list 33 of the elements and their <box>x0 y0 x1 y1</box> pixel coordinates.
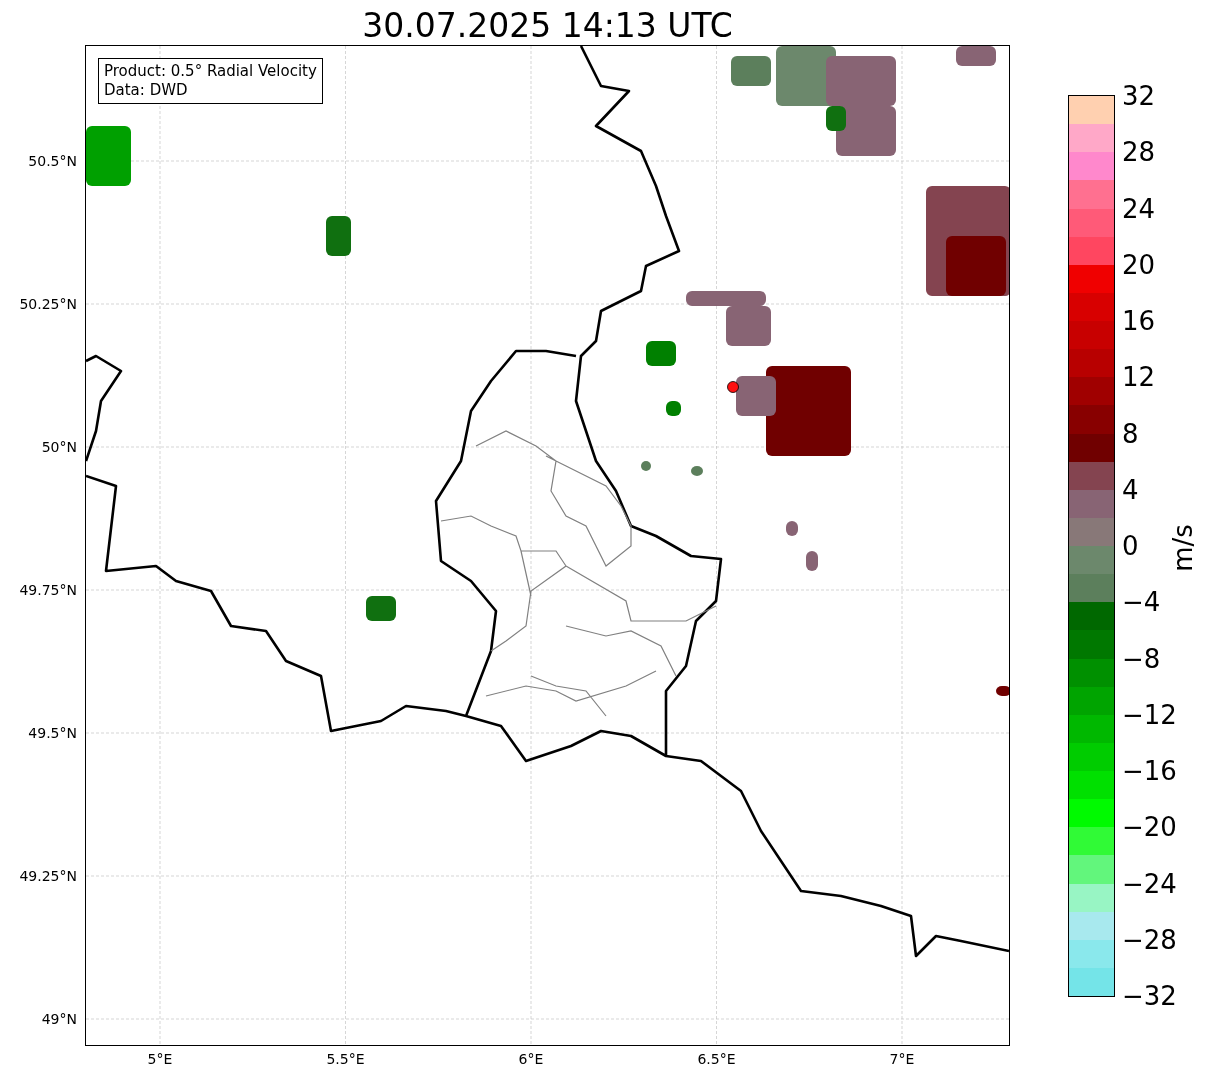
scale-label: 32 <box>1122 81 1156 111</box>
scale-label: −4 <box>1122 587 1161 618</box>
longitude-label: 5°E <box>147 1051 173 1067</box>
chart-title: 30.07.2025 14:13 UTC <box>361 5 734 45</box>
latitude-label: 50.5°N <box>28 153 77 169</box>
longitude-label: 7°E <box>889 1051 915 1067</box>
latitude-label: 49.5°N <box>28 725 77 741</box>
scale-label: 16 <box>1122 306 1156 336</box>
scale-label: −32 <box>1122 981 1177 1011</box>
scale-label: 24 <box>1122 193 1156 224</box>
latitude-label: 49.25°N <box>19 868 77 884</box>
scale-label: 28 <box>1122 137 1156 168</box>
scale-label: 0 <box>1122 531 1139 561</box>
latitude-label: 49°N <box>41 1011 77 1027</box>
longitude-label: 5.5°E <box>326 1051 365 1067</box>
info-legend: Product: 0.5° Radial Velocity Data: DWD <box>98 58 323 104</box>
scale-label: 4 <box>1122 474 1139 505</box>
longitude-label: 6.5°E <box>697 1051 736 1067</box>
latitude-label: 50.25°N <box>19 296 77 312</box>
scale-label: 12 <box>1122 362 1156 393</box>
unit-label: m/s <box>1168 524 1198 572</box>
scale-label: −16 <box>1122 756 1177 786</box>
latitude-label: 49.75°N <box>19 582 77 598</box>
scale-label: −12 <box>1122 699 1177 730</box>
scale-label: 20 <box>1122 249 1156 280</box>
scale-label: −28 <box>1122 924 1177 955</box>
latitude-label: 50°N <box>41 439 77 455</box>
scale-label: −24 <box>1122 868 1177 899</box>
scale-label: 8 <box>1122 418 1139 449</box>
scale-label: −8 <box>1122 643 1161 674</box>
longitude-label: 6°E <box>518 1051 544 1067</box>
radar-site-marker <box>727 381 739 393</box>
scale-label: −20 <box>1122 812 1177 843</box>
